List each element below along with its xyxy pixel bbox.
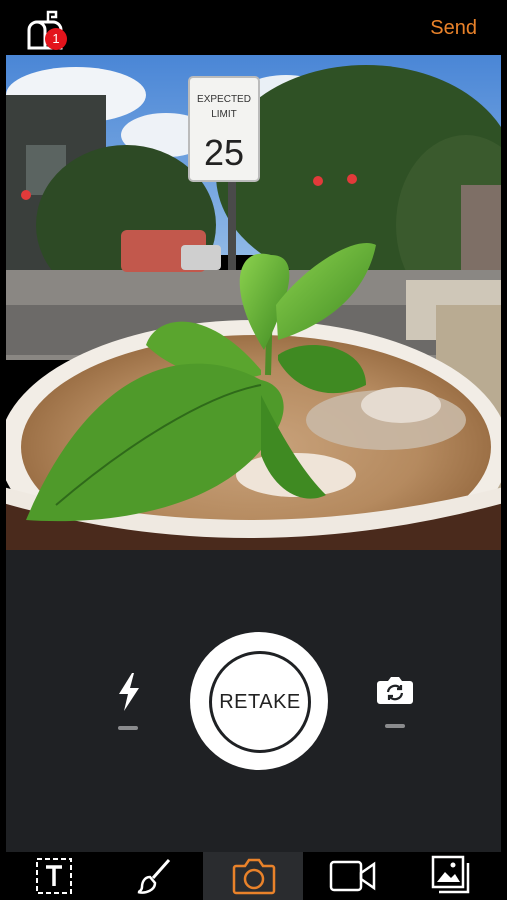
tab-gallery[interactable] bbox=[405, 852, 507, 900]
video-icon bbox=[329, 860, 376, 892]
retake-label: RETAKE bbox=[219, 690, 301, 713]
camera-controls: RETAKE bbox=[6, 550, 501, 852]
retake-button[interactable]: RETAKE bbox=[190, 632, 328, 770]
sign-line2: LIMIT bbox=[211, 109, 237, 120]
tab-draw[interactable] bbox=[101, 852, 203, 900]
shutter-ring: RETAKE bbox=[209, 651, 311, 753]
gallery-icon bbox=[431, 855, 470, 894]
tab-camera[interactable] bbox=[203, 852, 303, 900]
flash-indicator bbox=[118, 726, 138, 730]
flash-icon[interactable] bbox=[116, 672, 142, 712]
brush-icon bbox=[137, 859, 171, 894]
tab-text[interactable] bbox=[0, 852, 101, 900]
sign-line1: EXPECTED bbox=[197, 94, 251, 105]
top-bar: 1 Send bbox=[0, 0, 507, 55]
send-button[interactable]: Send bbox=[430, 17, 477, 40]
tab-video[interactable] bbox=[303, 852, 405, 900]
captured-photo: EXPECTED LIMIT 25 bbox=[6, 55, 501, 550]
tab-bar bbox=[0, 852, 507, 900]
camera-icon bbox=[232, 858, 276, 895]
sign-number: 25 bbox=[204, 132, 244, 173]
notification-badge: 1 bbox=[45, 28, 67, 50]
switch-camera-icon[interactable] bbox=[376, 675, 414, 705]
camera-indicator bbox=[385, 724, 405, 728]
text-icon bbox=[36, 858, 72, 894]
